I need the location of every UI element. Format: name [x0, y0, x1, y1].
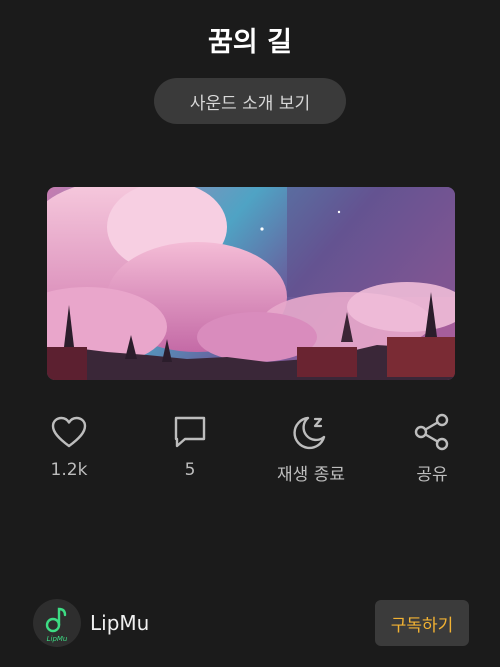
avatar[interactable]: LipMu — [33, 599, 81, 647]
action-bar: 1.2k 5 재생 종료 공유 — [0, 410, 500, 490]
moon-icon — [251, 410, 371, 454]
comment-count: 5 — [184, 460, 196, 480]
like-button[interactable]: 1.2k — [9, 410, 129, 480]
channel-name[interactable]: LipMu — [90, 611, 149, 635]
comment-button[interactable]: 5 — [130, 410, 250, 480]
sound-intro-button[interactable]: 사운드 소개 보기 — [154, 78, 346, 124]
lipmu-logo-icon: LipMu — [45, 607, 68, 643]
sleep-timer-label: 재생 종료 — [277, 465, 345, 485]
share-icon — [372, 410, 492, 454]
comment-icon — [130, 410, 250, 454]
share-label: 공유 — [416, 465, 448, 485]
sleep-timer-button[interactable]: 재생 종료 — [251, 410, 371, 485]
page-title: 꿈의 길 — [208, 27, 292, 58]
channel-bar: LipMu LipMu 구독하기 — [0, 595, 500, 651]
share-button[interactable]: 공유 — [372, 410, 492, 485]
like-count: 1.2k — [50, 460, 88, 480]
cover-image — [47, 187, 455, 380]
heart-icon — [9, 410, 129, 454]
cover-illustration — [47, 187, 455, 380]
subscribe-button[interactable]: 구독하기 — [375, 600, 469, 646]
avatar-logo-text: LipMu — [47, 635, 68, 643]
